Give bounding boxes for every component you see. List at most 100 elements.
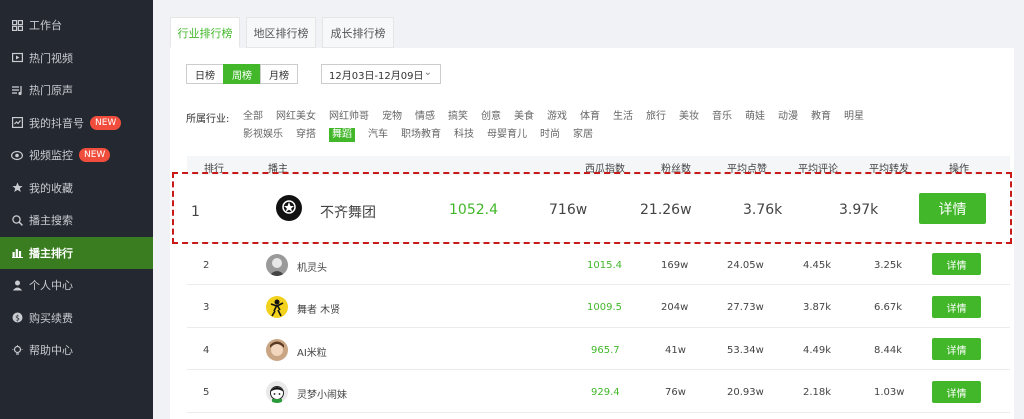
xigua-index-value: 1015.4 <box>587 260 622 271</box>
industry-filter-item[interactable]: 情感 <box>415 110 435 124</box>
sidebar-item-profile[interactable]: 个人中心 <box>0 269 153 302</box>
industry-filter-item[interactable]: 教育 <box>811 110 831 124</box>
industry-filter-row: 全部 网红美女 网红帅哥 宠物 情感 搞笑 创意 美食 游戏 体育 生活 旅行 美妆 音乐 萌娃 动漫 教育 明星 <box>243 110 877 124</box>
sidebar-item-label: 热门原声 <box>29 84 73 98</box>
tab-region-ranking[interactable]: 地区排行榜 <box>246 17 316 48</box>
avg-likes-value: 20.93w <box>727 387 764 398</box>
fans-value: 204w <box>661 302 689 313</box>
industry-filter-item[interactable]: 穿搭 <box>296 128 316 142</box>
fans-value: 76w <box>665 387 686 398</box>
grid-icon <box>11 19 23 31</box>
bar-chart-icon <box>11 247 23 259</box>
tab-growth-ranking[interactable]: 成长排行榜 <box>322 17 394 48</box>
avg-likes-value: 53.34w <box>727 345 764 356</box>
industry-filter-item[interactable]: 美食 <box>514 110 534 124</box>
chevron-down-icon: ⌄ <box>423 67 432 78</box>
industry-filter-item[interactable]: 体育 <box>580 110 600 124</box>
avg-shares-value: 6.67k <box>874 302 903 313</box>
rank-value: 3 <box>203 302 210 313</box>
new-badge: NEW <box>90 115 122 130</box>
user-icon <box>11 279 23 291</box>
table-row: 4 AI米粒 965.7 41w 53.34w 4.49k 8.44k 详情 <box>187 328 1010 370</box>
industry-filter-item[interactable]: 舞蹈 <box>329 128 355 142</box>
industry-filter-item[interactable]: 动漫 <box>778 110 798 124</box>
sidebar-item-video-monitor[interactable]: 视频监控 NEW <box>0 139 153 172</box>
sidebar-item-workbench[interactable]: 工作台 <box>0 9 153 42</box>
rank-value: 4 <box>203 345 210 356</box>
period-weekly-button[interactable]: 周榜 <box>223 64 261 84</box>
table-row: 3 舞者 木贤 1009.5 204w 27.73w 3.87k 6.67k 详… <box>187 285 1010 328</box>
video-icon <box>11 52 23 64</box>
sidebar-item-creator-ranking[interactable]: 播主排行 <box>0 236 153 269</box>
industry-filter-item[interactable]: 家居 <box>573 128 593 142</box>
avg-comments-value: 3.87k <box>803 302 832 313</box>
creator-name[interactable]: 舞者 木贤 <box>297 301 340 316</box>
industry-filter-item[interactable]: 明星 <box>844 110 864 124</box>
industry-filter-item[interactable]: 全部 <box>243 110 263 124</box>
industry-filter-row: 影视娱乐 穿搭 舞蹈 汽车 职场教育 科技 母婴育儿 时尚 家居 <box>243 128 606 142</box>
sidebar-item-label: 播主排行 <box>29 246 73 260</box>
detail-button[interactable]: 详情 <box>932 253 981 275</box>
industry-filter-item[interactable]: 旅行 <box>646 110 666 124</box>
creator-name[interactable]: 机灵头 <box>297 259 327 274</box>
sidebar-item-help[interactable]: 帮助中心 <box>0 334 153 367</box>
avatar <box>266 296 288 318</box>
industry-filter-item[interactable]: 网红帅哥 <box>329 110 369 124</box>
date-range-select[interactable]: 12月03日-12月09日 ⌄ <box>321 64 441 84</box>
tab-industry-ranking[interactable]: 行业排行榜 <box>170 17 240 48</box>
industry-filter-item[interactable]: 母婴育儿 <box>487 128 527 142</box>
industry-filter-item[interactable]: 宠物 <box>382 110 402 124</box>
sidebar-item-label: 个人中心 <box>29 279 73 293</box>
industry-filter-item[interactable]: 影视娱乐 <box>243 128 283 142</box>
bulb-icon <box>11 344 23 356</box>
sidebar: 工作台 热门视频 热门原声 我的抖音号 NEW 视频监控 NEW 我的收藏 播主… <box>0 0 153 419</box>
new-badge: NEW <box>79 148 111 163</box>
sidebar-item-hot-sounds[interactable]: 热门原声 <box>0 74 153 107</box>
sidebar-item-label: 我的抖音号 <box>29 116 84 130</box>
rank-value: 2 <box>203 260 210 271</box>
industry-filter-item[interactable]: 游戏 <box>547 110 567 124</box>
rank-value: 5 <box>203 387 210 398</box>
sidebar-item-label: 视频监控 <box>29 149 73 163</box>
sidebar-item-label: 帮助中心 <box>29 344 73 358</box>
table-row: 5 灵梦小闹妹 929.4 76w 20.93w 2.18k 1.03w 详情 <box>187 370 1010 413</box>
industry-filter-item[interactable]: 美妆 <box>679 110 699 124</box>
xigua-index-value: 1009.5 <box>587 302 622 313</box>
industry-filter-item[interactable]: 搞笑 <box>448 110 468 124</box>
industry-filter-item[interactable]: 时尚 <box>540 128 560 142</box>
sidebar-item-label: 我的收藏 <box>29 181 73 195</box>
industry-filter-item[interactable]: 萌娃 <box>745 110 765 124</box>
avatar <box>266 381 288 403</box>
period-daily-button[interactable]: 日榜 <box>186 64 224 84</box>
sidebar-item-my-account[interactable]: 我的抖音号 NEW <box>0 107 153 140</box>
coin-icon: $ <box>11 312 23 324</box>
eye-icon <box>11 149 23 161</box>
avg-comments-value: 4.45k <box>803 260 832 271</box>
sidebar-item-favorites[interactable]: 我的收藏 <box>0 172 153 205</box>
creator-name[interactable]: 灵梦小闹妹 <box>297 386 347 401</box>
industry-filter-item[interactable]: 职场教育 <box>401 128 441 142</box>
music-list-icon <box>11 84 23 96</box>
period-monthly-button[interactable]: 月榜 <box>260 64 298 84</box>
search-icon <box>11 214 23 226</box>
sidebar-item-purchase[interactable]: $ 购买续费 <box>0 302 153 335</box>
xigua-index-value: 965.7 <box>591 345 620 356</box>
industry-filter-item[interactable]: 汽车 <box>368 128 388 142</box>
industry-filter-label: 所属行业: <box>186 114 230 125</box>
star-icon <box>11 182 23 194</box>
detail-button[interactable]: 详情 <box>932 338 981 360</box>
sidebar-item-creator-search[interactable]: 播主搜索 <box>0 204 153 237</box>
industry-filter-item[interactable]: 科技 <box>454 128 474 142</box>
industry-filter-item[interactable]: 网红美女 <box>276 110 316 124</box>
avg-shares-value: 1.03w <box>874 387 905 398</box>
avg-comments-value: 4.49k <box>803 345 832 356</box>
creator-name[interactable]: AI米粒 <box>297 344 327 359</box>
avatar <box>266 254 288 276</box>
industry-filter-item[interactable]: 创意 <box>481 110 501 124</box>
period-switch: 日榜 周榜 月榜 <box>186 64 298 84</box>
detail-button[interactable]: 详情 <box>932 381 981 403</box>
industry-filter-item[interactable]: 生活 <box>613 110 633 124</box>
industry-filter-item[interactable]: 音乐 <box>712 110 732 124</box>
sidebar-item-hot-videos[interactable]: 热门视频 <box>0 42 153 75</box>
detail-button[interactable]: 详情 <box>932 296 981 318</box>
